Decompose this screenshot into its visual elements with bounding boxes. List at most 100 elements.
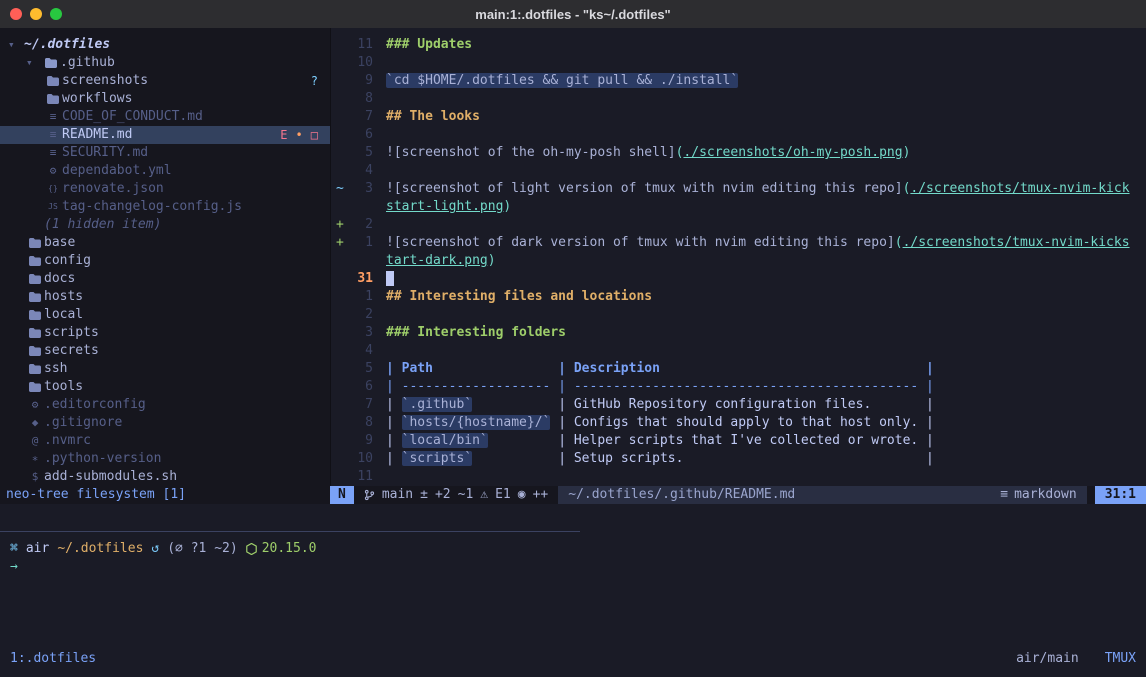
tmux-window-item[interactable]: 1:.dotfiles [10,651,96,666]
titlebar: main:1:.dotfiles - "ks~/.dotfiles" [0,0,1146,28]
close-button[interactable] [10,8,22,20]
editor-line[interactable]: ~3![screenshot of light version of tmux … [331,180,1146,198]
tree-item[interactable]: ≡README.mdE•□ [0,126,330,144]
editor-line[interactable]: 6| ------------------- | ---------------… [331,378,1146,396]
editor-line[interactable]: 1## Interesting files and locations [331,288,1146,306]
apple-icon: ⌘ [10,540,18,558]
tree-item[interactable]: workflows [0,90,330,108]
editor-line[interactable]: +2 [331,216,1146,234]
tree-item[interactable]: ≡CODE_OF_CONDUCT.md [0,108,330,126]
editor-line[interactable]: 5| Path | Description | [331,360,1146,378]
tree-item[interactable]: $add-submodules.sh [0,468,330,486]
editor-line[interactable]: 10| `scripts` | Setup scripts. | [331,450,1146,468]
editor-line[interactable]: 3 ### Interesting folders [331,324,1146,342]
folder-icon [26,328,44,338]
editor-line[interactable]: 2 [331,306,1146,324]
tree-item[interactable]: {}renovate.json [0,180,330,198]
text-segment: ![screenshot of light version of tmux wi… [386,181,903,196]
tree-item-label: base [44,234,75,252]
editor-line-text: ## The looks [386,108,480,126]
zoom-button[interactable] [50,8,62,20]
tree-item[interactable]: hosts [0,288,330,306]
editor-line[interactable]: 31 [331,270,1146,288]
text-segment: ![screenshot of the oh-my-posh shell] [386,145,676,160]
tree-item[interactable]: ▾~/.dotfiles [0,36,330,54]
editor-line[interactable]: 9| `local/bin` | Helper scripts that I'v… [331,432,1146,450]
tree-item[interactable]: JStag-changelog-config.js [0,198,330,216]
tree-item[interactable]: docs [0,270,330,288]
diagnostic-icon: ⚠ [480,486,488,504]
tree-item[interactable]: ⚙dependabot.yml [0,162,330,180]
shell-pane[interactable]: ⌘ air ~/.dotfiles ↺ (⌀ ?1 ~2) 20.15.0 → [0,532,1146,647]
text-segment: ./screenshots/tmux-nvim-kick [910,181,1129,196]
text-segment: ( [895,235,903,250]
tree-item[interactable]: (1 hidden item) [0,216,330,234]
text-segment: | [386,451,402,466]
editor-line[interactable]: start-light.png) [331,198,1146,216]
line-number: 7 [347,108,373,126]
text-segment: ./screenshots/tmux-nvim-kicks [903,235,1130,250]
tree-item-label: tag-changelog-config.js [62,198,242,216]
folder-icon [26,292,44,302]
sign-column [331,288,347,306]
text-segment: | ------------------- | ----------------… [386,379,934,394]
line-number: 3 [347,324,373,342]
editor-line[interactable]: 11### Updates [331,36,1146,54]
sync-icon: ↺ [151,540,159,558]
tree-item[interactable]: ssh [0,360,330,378]
tree-item[interactable]: ⚙.editorconfig [0,396,330,414]
git-sign: + [331,216,347,234]
tree-item[interactable]: ∗.python-version [0,450,330,468]
editor-line[interactable]: +1![screenshot of dark version of tmux w… [331,234,1146,252]
tree-item[interactable]: local [0,306,330,324]
editor-line[interactable]: 9`cd $HOME/.dotfiles && git pull && ./in… [331,72,1146,90]
tree-item[interactable]: @.nvmrc [0,432,330,450]
text-segment: | [386,433,402,448]
tree-item[interactable]: scripts [0,324,330,342]
editor-pane: 11### Updates109`cd $HOME/.dotfiles && g… [330,28,1146,486]
minimize-button[interactable] [30,8,42,20]
tree-item-label: docs [44,270,75,288]
folder-icon [26,310,44,320]
tree-item[interactable]: ≡SECURITY.md [0,144,330,162]
diagnostic-count: E1 [495,486,511,504]
editor-line[interactable]: 5![screenshot of the oh-my-posh shell](.… [331,144,1146,162]
editor-line-text [386,270,394,288]
editor-line-text: ### Interesting folders [386,324,566,342]
editor-line[interactable]: 7| `.github` | GitHub Repository configu… [331,396,1146,414]
line-number: 4 [347,342,373,360]
line-number: 3 [347,180,373,198]
tree-item[interactable]: ◆.gitignore [0,414,330,432]
editor-line-text: `cd $HOME/.dotfiles && git pull && ./ins… [386,72,738,90]
text-segment: | Configs that should apply to that host… [550,415,934,430]
tree-item[interactable]: base [0,234,330,252]
editor-line[interactable]: 8| `hosts/{hostname}/` | Configs that sh… [331,414,1146,432]
editor-line[interactable]: 11 [331,468,1146,486]
text-segment: | [386,415,402,430]
editor-line[interactable]: 6 [331,126,1146,144]
folder-open-icon [42,58,60,68]
folder-icon [44,76,62,86]
editor-line[interactable]: 7 ## The looks [331,108,1146,126]
tree-item[interactable]: secrets [0,342,330,360]
shell-input-line[interactable]: → [10,558,1136,576]
line-number: 11 [347,36,373,54]
braces-icon: {} [44,180,62,198]
tree-item-label: .nvmrc [44,432,91,450]
tree-item[interactable]: config [0,252,330,270]
editor-line[interactable]: 8 [331,90,1146,108]
tree-item[interactable]: ▾.github [0,54,330,72]
sign-column [331,252,347,270]
editor-line[interactable]: 4 [331,162,1146,180]
tree-item[interactable]: screenshots? [0,72,330,90]
tree-item-label: config [44,252,91,270]
editor-line[interactable]: 4 [331,342,1146,360]
tree-item[interactable]: tools [0,378,330,396]
tree-item-label: add-submodules.sh [44,468,177,486]
editor-line[interactable]: 10 [331,54,1146,72]
node-version: 20.15.0 [262,540,317,558]
sign-column [331,54,347,72]
line-number: 4 [347,162,373,180]
editor-line[interactable]: tart-dark.png) [331,252,1146,270]
text-segment: ) [488,253,496,268]
